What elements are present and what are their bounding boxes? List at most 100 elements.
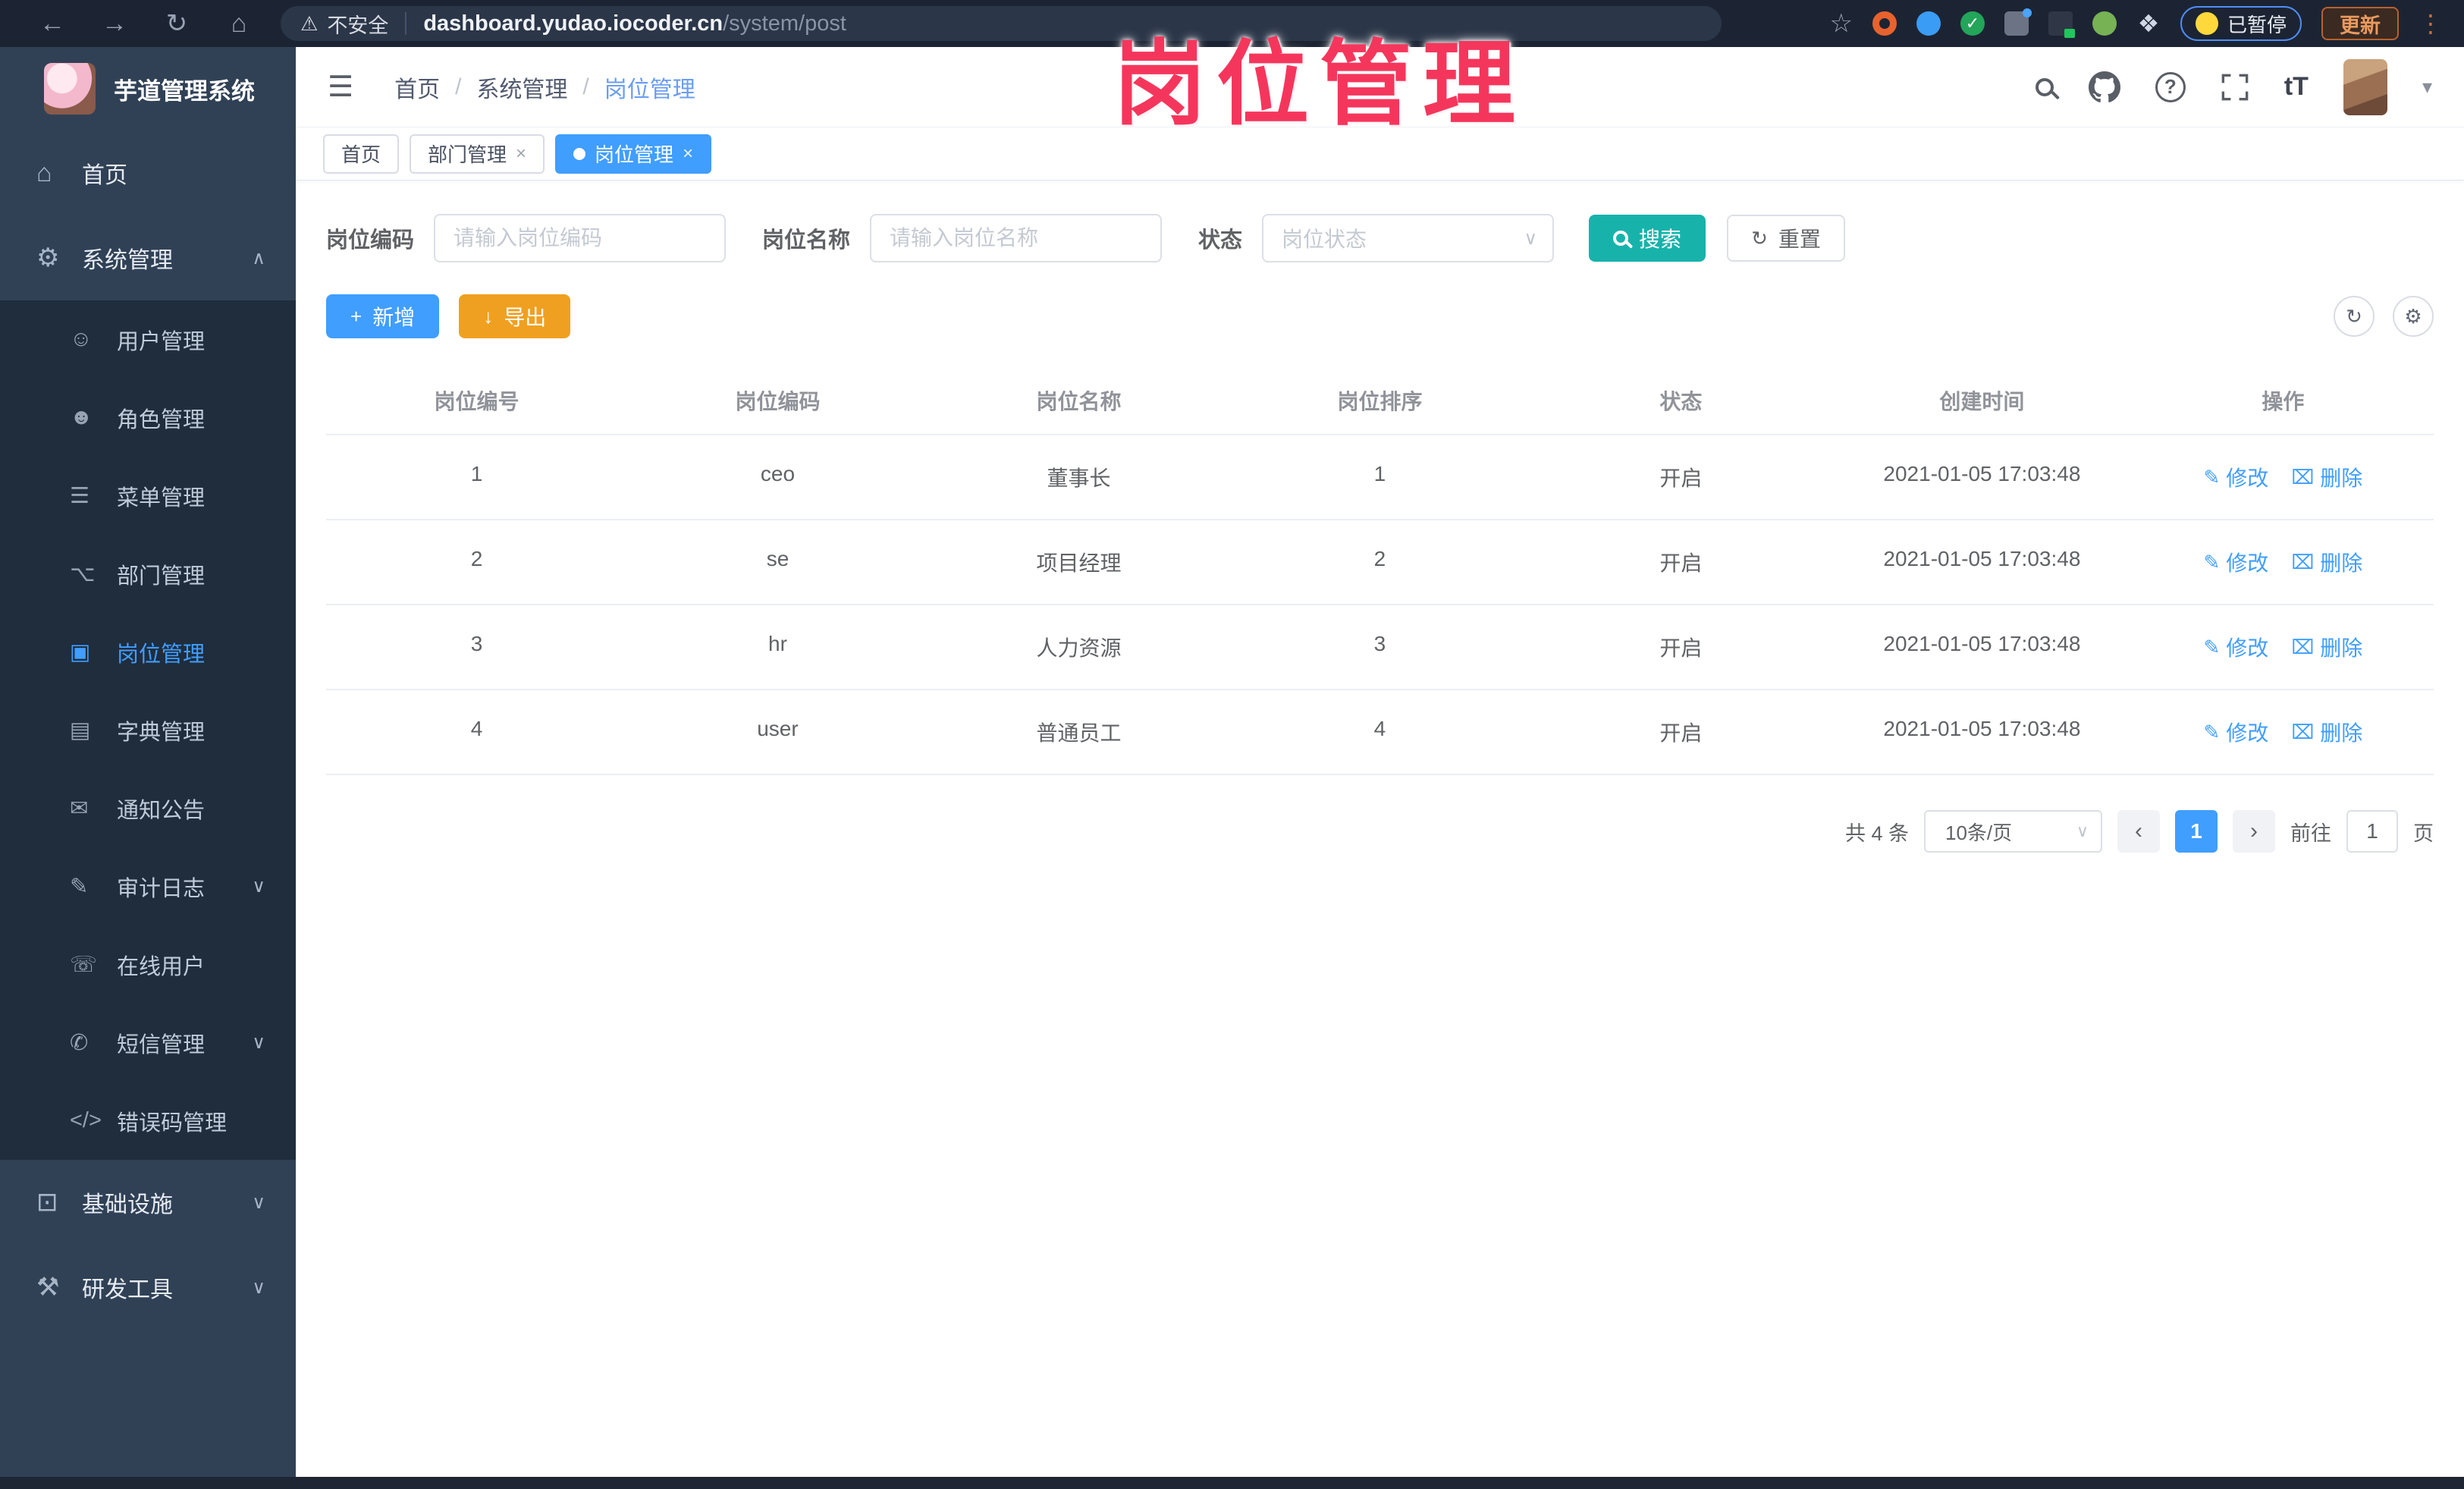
sidebar-item[interactable]: ⚙ 系统管理 ∧ [0,215,296,300]
cell-actions: ✎ 修改 ⌧ 删除 [2133,520,2434,604]
chevron-icon: ∨ [252,1192,265,1213]
sidebar-collapse-icon[interactable]: ☰ [328,70,353,104]
edit-link[interactable]: ✎ 修改 [2204,632,2269,662]
cell-post-status: 开启 [1659,466,1703,490]
breadcrumb-item[interactable]: 系统管理 [476,71,567,104]
help-icon[interactable]: ? [2155,71,2186,102]
sidebar-item[interactable]: ⊡ 基础设施 ∨ [0,1160,296,1245]
refresh-circle-button[interactable]: ↻ [2334,296,2375,337]
delete-icon: ⌧ [2291,550,2315,573]
header-actions: ? tT ▾ [2035,58,2432,115]
cell-post-sort: 4 [1373,717,1386,740]
extension-icon-check[interactable]: ✓ [1960,11,1985,36]
sidebar-subitem[interactable]: ☺ 用户管理 [0,300,296,379]
post-name-label: 岗位名称 [762,228,851,253]
sidebar-subitem[interactable]: ☰ 菜单管理 [0,457,296,535]
edit-label: 修改 [2226,466,2269,490]
font-size-icon[interactable]: tT [2284,72,2309,102]
sidebar-subitem[interactable]: ▤ 字典管理 [0,691,296,769]
breadcrumb-item[interactable]: 首页 [394,71,440,104]
view-tab[interactable]: 岗位管理 × [555,134,712,174]
sidebar-subitem[interactable]: ⌥ 部门管理 [0,535,296,613]
extension-icon-cn[interactable] [2048,11,2075,38]
view-tab[interactable]: 首页 [323,134,400,174]
browser-update-button[interactable]: 更新 [2321,7,2399,40]
sidebar-subitem[interactable]: </> 错误码管理 [0,1082,296,1160]
sidebar-subitem[interactable]: ☻ 角色管理 [0,379,296,457]
page-1-button[interactable]: 1 [2175,810,2218,853]
breadcrumb-separator: / [455,74,462,99]
active-dot-icon [573,147,586,160]
delete-link[interactable]: ⌧ 删除 [2291,462,2362,492]
tab-close-icon[interactable]: × [683,143,693,165]
page-size-select[interactable]: 10条/页 ∨ [1924,810,2102,853]
table-column-header: 操作 [2262,390,2305,413]
browser-forward-icon[interactable]: → [83,9,146,39]
cell-post-name: 项目经理 [1036,551,1122,575]
sidebar-subitem[interactable]: ✉ 通知公告 [0,769,296,847]
menu-item-label: 角色管理 [117,407,206,432]
browser-back-icon[interactable]: ← [21,9,83,39]
fullscreen-icon[interactable] [2221,73,2249,102]
delete-label: 删除 [2320,551,2363,575]
search-icon[interactable] [2035,77,2054,96]
add-button[interactable]: + 新增 [326,294,440,338]
columns-settings-button[interactable]: ⚙ [2393,296,2434,337]
avatar[interactable] [2343,58,2387,115]
github-icon[interactable] [2088,71,2120,103]
bookmark-star-icon[interactable]: ☆ [1830,8,1853,39]
app-logo-row[interactable]: 芋道管理系统 [0,47,296,130]
edit-link[interactable]: ✎ 修改 [2204,462,2269,492]
annotation-watermark: 岗位管理 [1113,33,1526,136]
table-row: 3 hr 人力资源 3 开启 2021-01-05 17:03:48 ✎ 修改 [326,605,2434,690]
tab-label: 岗位管理 [595,143,674,166]
post-code-input[interactable] [434,214,727,262]
sidebar-subitem[interactable]: ☏ 在线用户 [0,925,296,1004]
extension-icon-orange[interactable] [1872,11,1897,36]
menu-item-label: 部门管理 [117,564,206,589]
reset-button[interactable]: ↻ 重置 [1727,215,1845,262]
search-button[interactable]: 搜索 [1589,215,1706,262]
pagination: 共 4 条 10条/页 ∨ ‹ 1 › 前往 页 [326,810,2434,853]
menu-item-label: 在线用户 [117,954,206,979]
view-tab[interactable]: 部门管理 × [410,134,545,174]
cell-post-status: 开启 [1659,721,1703,745]
cell-created-time: 2021-01-05 17:03:48 [1883,717,2081,740]
cell-post-code: user [757,717,799,740]
sidebar-item[interactable]: ⚒ 研发工具 ∨ [0,1245,296,1330]
cell-created-time: 2021-01-05 17:03:48 [1883,632,2081,655]
export-button[interactable]: ↓ 导出 [459,294,571,338]
prev-page-button[interactable]: ‹ [2117,810,2160,853]
browser-menu-icon[interactable]: ⋮ [2418,9,2443,38]
extension-icon-gray[interactable] [2004,8,2032,36]
delete-link[interactable]: ⌧ 删除 [2291,547,2362,577]
edit-link[interactable]: ✎ 修改 [2204,547,2269,577]
address-divider [405,12,407,35]
status-select[interactable]: 岗位状态 ∨ [1262,214,1555,262]
profile-paused-badge[interactable]: 已暂停 [2180,6,2302,41]
breadcrumb-item[interactable]: 岗位管理 [604,71,695,104]
delete-link[interactable]: ⌧ 删除 [2291,632,2362,662]
browser-home-icon[interactable]: ⌂ [208,9,270,39]
next-page-button[interactable]: › [2233,810,2275,853]
browser-reload-icon[interactable]: ↻ [146,8,208,39]
post-name-input[interactable] [870,214,1163,262]
cell-post-sort: 2 [1373,547,1386,570]
edit-link[interactable]: ✎ 修改 [2204,717,2269,747]
sidebar-subitem[interactable]: ✎ 审计日志 ∨ [0,847,296,925]
search-icon [1613,231,1629,246]
tab-close-icon[interactable]: × [516,143,526,165]
delete-link[interactable]: ⌧ 删除 [2291,717,2362,747]
cell-post-name: 普通员工 [1036,721,1122,745]
sidebar-subitem[interactable]: ▣ 岗位管理 [0,613,296,691]
sidebar-subitem[interactable]: ✆ 短信管理 ∨ [0,1004,296,1082]
security-warning-icon[interactable]: ⚠ [300,12,318,36]
goto-page-input[interactable] [2346,810,2398,853]
extension-icon-leaf[interactable] [2092,11,2117,36]
sidebar-item[interactable]: ⌂ 首页 [0,130,296,215]
app-logo [44,63,96,115]
extension-icon-pin[interactable] [1916,11,1941,36]
extensions-puzzle-icon[interactable]: ❖ [2136,10,2161,37]
url-host: dashboard.yudao.iocoder.cn [423,11,724,36]
caret-down-icon[interactable]: ▾ [2422,75,2432,99]
